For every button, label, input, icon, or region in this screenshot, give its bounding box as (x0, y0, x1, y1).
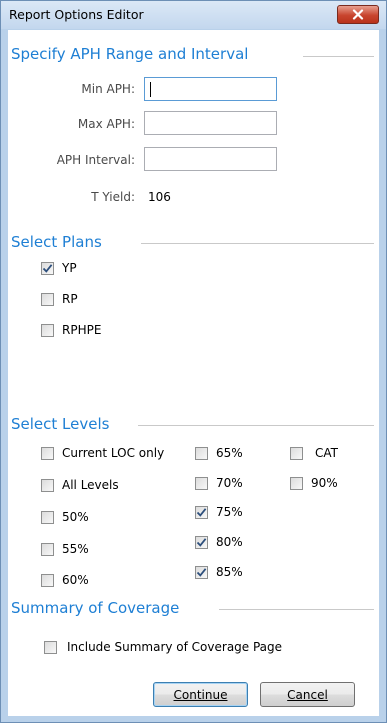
aph-section-rule (303, 56, 374, 57)
aph-interval-input[interactable] (144, 147, 277, 171)
aph-interval-field[interactable] (145, 148, 276, 170)
level-checkbox-90[interactable]: 90% (290, 476, 338, 490)
checkbox-box[interactable] (195, 505, 208, 519)
plan-checkbox-yp[interactable]: YP (41, 261, 77, 275)
close-button[interactable] (337, 5, 379, 24)
continue-button-label: Continue (173, 687, 228, 702)
level-label: 85% (216, 565, 243, 579)
level-checkbox-80[interactable]: 80% (195, 535, 243, 549)
checkmark-icon (42, 263, 53, 273)
checkbox-box[interactable] (41, 261, 54, 275)
summary-section-rule (219, 609, 374, 610)
checkbox-box[interactable] (41, 478, 54, 492)
checkmark-icon (196, 507, 207, 517)
plan-checkbox-rphpe[interactable]: RPHPE (41, 323, 101, 337)
level-checkbox-75[interactable]: 75% (195, 505, 243, 519)
max-aph-label: Max APH: (77, 117, 135, 131)
level-checkbox-current-loc[interactable]: Current LOC only (41, 446, 164, 460)
checkbox-box[interactable] (41, 292, 54, 306)
level-checkbox-cat[interactable]: CAT (290, 446, 338, 460)
include-summary-label: Include Summary of Coverage Page (67, 640, 283, 654)
include-summary-checkbox[interactable]: Include Summary of Coverage Page (44, 640, 282, 654)
continue-button[interactable]: Continue (153, 682, 248, 707)
close-icon (352, 9, 364, 20)
plan-label: YP (62, 261, 77, 275)
checkmark-icon (196, 537, 207, 547)
checkmark-icon (196, 567, 207, 577)
checkbox-box[interactable] (41, 510, 54, 524)
aph-interval-label: APH Interval: (56, 153, 135, 167)
level-checkbox-65[interactable]: 65% (195, 446, 243, 460)
checkbox-box[interactable] (290, 476, 303, 490)
plans-section-rule (141, 243, 374, 244)
title-bar[interactable]: Report Options Editor (1, 1, 386, 29)
level-checkbox-60[interactable]: 60% (41, 573, 89, 587)
text-caret (150, 82, 151, 97)
summary-section-title: Summary of Coverage (11, 599, 180, 617)
levels-section-title: Select Levels (11, 415, 110, 433)
checkbox-box[interactable] (195, 535, 208, 549)
level-label: 65% (216, 446, 243, 460)
level-checkbox-70[interactable]: 70% (195, 476, 243, 490)
plans-section-title: Select Plans (11, 233, 102, 251)
level-checkbox-50[interactable]: 50% (41, 510, 89, 524)
max-aph-input[interactable] (144, 111, 277, 135)
level-label: Current LOC only (62, 446, 165, 460)
level-checkbox-85[interactable]: 85% (195, 565, 243, 579)
checkbox-box[interactable] (41, 446, 54, 460)
level-label: 90% (311, 476, 338, 490)
report-options-window: Report Options Editor Specify APH Range … (0, 0, 387, 723)
min-aph-label: Min APH: (81, 82, 135, 96)
checkbox-box[interactable] (41, 573, 54, 587)
level-label: 55% (62, 542, 89, 556)
max-aph-field[interactable] (145, 112, 276, 134)
level-checkbox-55[interactable]: 55% (41, 542, 89, 556)
checkbox-box[interactable] (41, 542, 54, 556)
min-aph-input[interactable] (144, 77, 277, 101)
level-label: 70% (216, 476, 243, 490)
checkbox-box[interactable] (195, 476, 208, 490)
level-label: 80% (216, 535, 243, 549)
min-aph-field[interactable] (145, 78, 276, 100)
checkbox-box[interactable] (41, 323, 54, 337)
level-label: 60% (62, 573, 89, 587)
cancel-button[interactable]: Cancel (260, 682, 355, 707)
cancel-button-label: Cancel (287, 687, 328, 702)
checkbox-box[interactable] (195, 446, 208, 460)
t-yield-label: T Yield: (91, 190, 135, 204)
level-label: 50% (62, 510, 89, 524)
dialog-body: Specify APH Range and Interval Min APH: … (8, 30, 379, 716)
t-yield-value: 106 (148, 190, 171, 204)
checkbox-box[interactable] (290, 446, 303, 460)
level-label: All Levels (62, 478, 119, 492)
aph-section-title: Specify APH Range and Interval (11, 45, 249, 63)
level-label: CAT (315, 446, 338, 460)
checkbox-box[interactable] (195, 565, 208, 579)
levels-section-rule (138, 425, 374, 426)
plan-label: RPHPE (62, 323, 102, 337)
checkbox-box[interactable] (44, 640, 57, 654)
window-title: Report Options Editor (9, 7, 144, 22)
plan-checkbox-rp[interactable]: RP (41, 292, 78, 306)
level-label: 75% (216, 505, 243, 519)
plan-label: RP (62, 292, 78, 306)
level-checkbox-all[interactable]: All Levels (41, 478, 119, 492)
